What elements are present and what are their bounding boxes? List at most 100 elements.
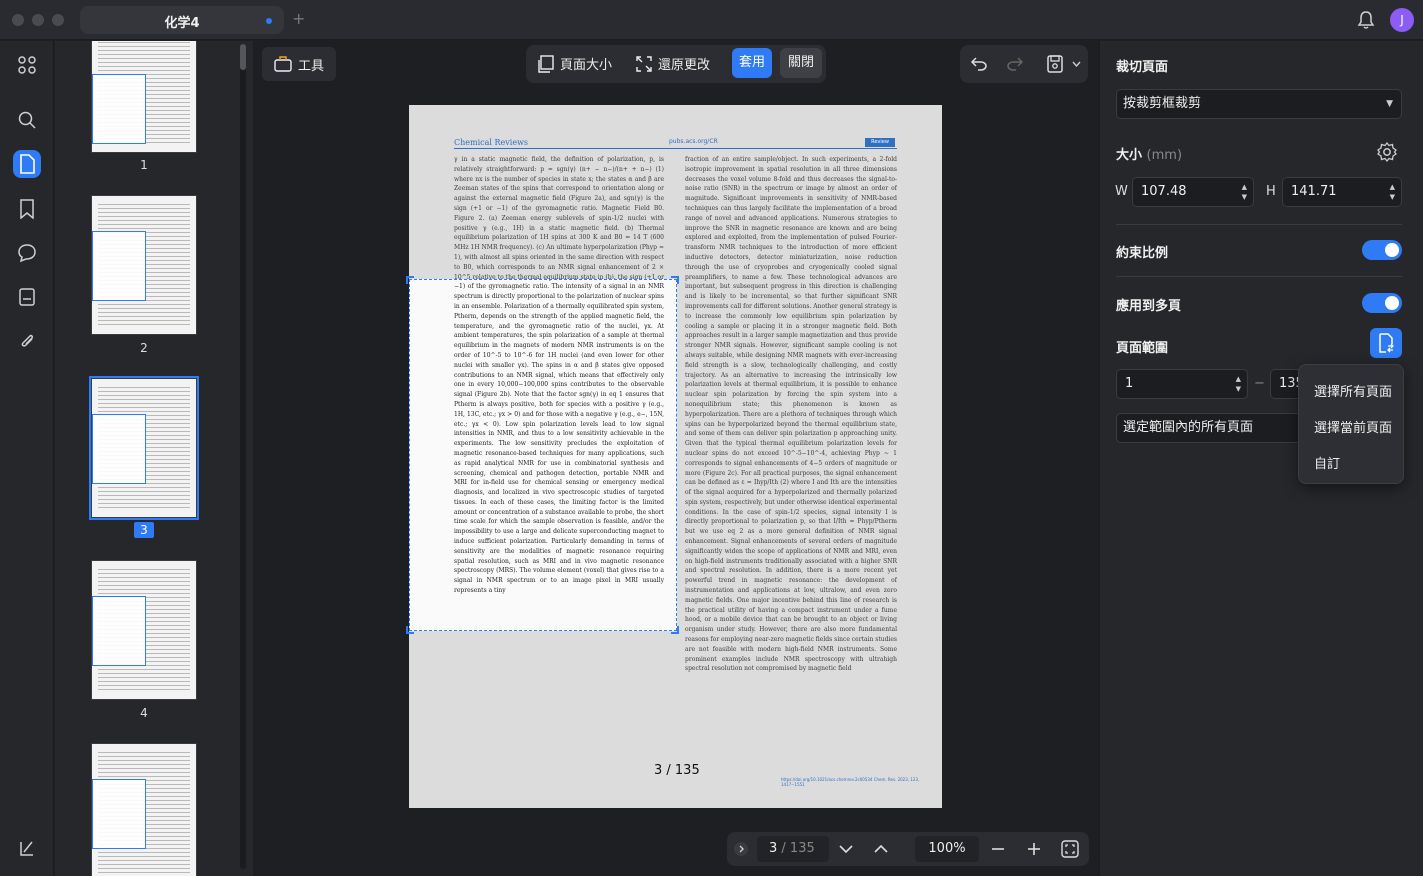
page-range-button[interactable] [1370,328,1402,358]
height-stepper-icon[interactable]: ▲ ▼ [1390,182,1395,202]
crop-page-heading: 裁切頁面 [1116,60,1169,75]
current-page-badge: 3 [134,522,154,538]
toggle-knob [1385,296,1399,310]
fit-page-icon[interactable] [1061,840,1079,858]
page-footer: https://doi.org/10.1021/acs.chemrev.2c00… [781,777,920,787]
close-button[interactable]: 關閉 [780,48,822,78]
page-thumbnail-selected[interactable] [89,376,199,520]
crop-handle-bottom-right[interactable] [671,626,679,634]
thumbnail-label: 1 [140,158,148,172]
window-minimize-control[interactable] [32,14,44,26]
review-tag: Review [865,138,895,147]
page-size-button[interactable]: 頁面大小 [538,54,612,73]
divider [1116,276,1402,277]
total-pages: / 135 [781,841,815,856]
bookmark-icon[interactable] [13,195,41,223]
scrollbar-thumb[interactable] [240,44,246,70]
thumbnail-label: 4 [140,706,148,720]
apply-button[interactable]: 套用 [732,48,772,78]
crop-handle-top-right[interactable] [671,276,679,284]
left-tool-rail [0,41,54,876]
width-label: W [1115,184,1128,199]
next-page-icon[interactable] [839,843,853,855]
apply-to-multiple-pages-label: 應用到多頁 [1116,299,1182,314]
redo-icon[interactable] [1006,55,1024,73]
undo-icon[interactable] [970,55,988,73]
crop-mode-select[interactable]: 按裁剪框裁剪 ▼ [1116,89,1402,119]
revert-changes-button[interactable]: 還原更改 [636,54,710,73]
page-thumbnail[interactable] [91,41,197,153]
tools-button[interactable]: 工具 [262,47,336,81]
page-number-overlay: 3 / 135 [654,763,700,778]
page-thumbnail[interactable] [91,195,197,335]
page-size-label: 頁面大小 [560,58,613,73]
right-column-text: fraction of an entire sample/object. In … [685,156,897,673]
sidebar-toggle-icon[interactable] [13,834,41,862]
range-start-value: 1 [1125,376,1134,391]
revert-changes-label: 還原更改 [658,58,711,73]
header-rule [454,148,897,149]
grid-view-icon[interactable] [13,51,41,79]
crop-handle-top-left[interactable] [406,276,414,284]
page-edit-icon[interactable] [13,150,41,178]
range-scope-select[interactable]: 選定範圍內的所有頁面 [1116,413,1316,443]
tools-label: 工具 [297,58,324,74]
crop-handle-bottom-left[interactable] [406,626,414,634]
comment-icon[interactable] [13,239,41,267]
document-tab[interactable]: 化学4 [80,6,284,34]
expand-icon [636,55,652,72]
width-input[interactable]: 107.48 ▲ ▼ [1132,177,1254,207]
crop-region-text: γ in a static magnetic field, the defini… [454,280,664,595]
window-zoom-control[interactable] [52,14,64,26]
zoom-out-icon[interactable] [991,843,1005,855]
menu-item-select-current-page[interactable]: 選擇當前頁面 [1314,417,1392,436]
window-close-control[interactable] [12,14,24,26]
page-size-icon [538,54,554,73]
journal-name: Chemical Reviews [454,138,529,147]
form-icon[interactable] [13,283,41,311]
thumbnail-label: 3 [91,522,197,538]
crop-region[interactable]: γ in a static magnetic field, the defini… [409,279,677,631]
page-range-heading: 頁面範圍 [1116,341,1169,356]
divider [1116,224,1402,225]
height-label: H [1266,184,1276,199]
unsaved-indicator [266,18,272,24]
dropdown-caret-icon: ▼ [1386,99,1393,109]
attachment-icon[interactable] [13,327,41,355]
menu-item-custom[interactable]: 自訂 [1314,453,1340,472]
new-tab-button[interactable]: + [292,9,305,28]
menu-item-select-all-pages[interactable]: 選擇所有頁面 [1314,381,1392,400]
page-thumbnail[interactable] [91,560,197,700]
page-navigation-bar: 3 / 135 100% [727,832,1089,866]
title-bar: 化学4 + J [0,0,1423,40]
width-stepper-icon[interactable]: ▲ ▼ [1242,182,1247,202]
tab-title: 化学4 [164,16,200,31]
crop-mode-value: 按裁剪框裁剪 [1123,96,1202,111]
constrain-proportions-toggle[interactable] [1362,240,1402,260]
previous-page-icon[interactable] [874,843,888,855]
range-start-stepper-icon[interactable]: ▲ ▼ [1236,374,1241,394]
height-input[interactable]: 141.71 ▲ ▼ [1282,177,1402,207]
height-value: 141.71 [1291,184,1337,199]
page-thumbnail[interactable] [91,743,197,876]
size-heading-text: 大小 [1116,148,1143,163]
chevron-down-icon[interactable] [1072,61,1081,67]
zoom-in-icon[interactable] [1027,842,1041,856]
zoom-level[interactable]: 100% [915,836,979,862]
toggle-knob [1385,243,1399,257]
constrain-proportions-label: 約束比例 [1116,246,1169,261]
notification-bell-icon[interactable] [1356,10,1376,30]
page-number-input[interactable]: 3 / 135 [757,836,829,862]
range-start-input[interactable]: 1 ▲ ▼ [1116,369,1248,399]
collapse-nav-icon[interactable] [733,841,749,857]
thumbnail-scrollbar[interactable] [240,44,246,869]
current-page-value: 3 [769,841,778,856]
settings-gear-icon[interactable] [1376,141,1398,163]
history-toolbar [960,45,1088,83]
width-value: 107.48 [1141,184,1187,199]
user-avatar[interactable]: J [1390,8,1414,32]
save-icon[interactable] [1046,54,1064,74]
apply-to-multiple-pages-toggle[interactable] [1362,293,1402,313]
search-icon[interactable] [13,106,41,134]
toolbox-icon [274,56,292,72]
